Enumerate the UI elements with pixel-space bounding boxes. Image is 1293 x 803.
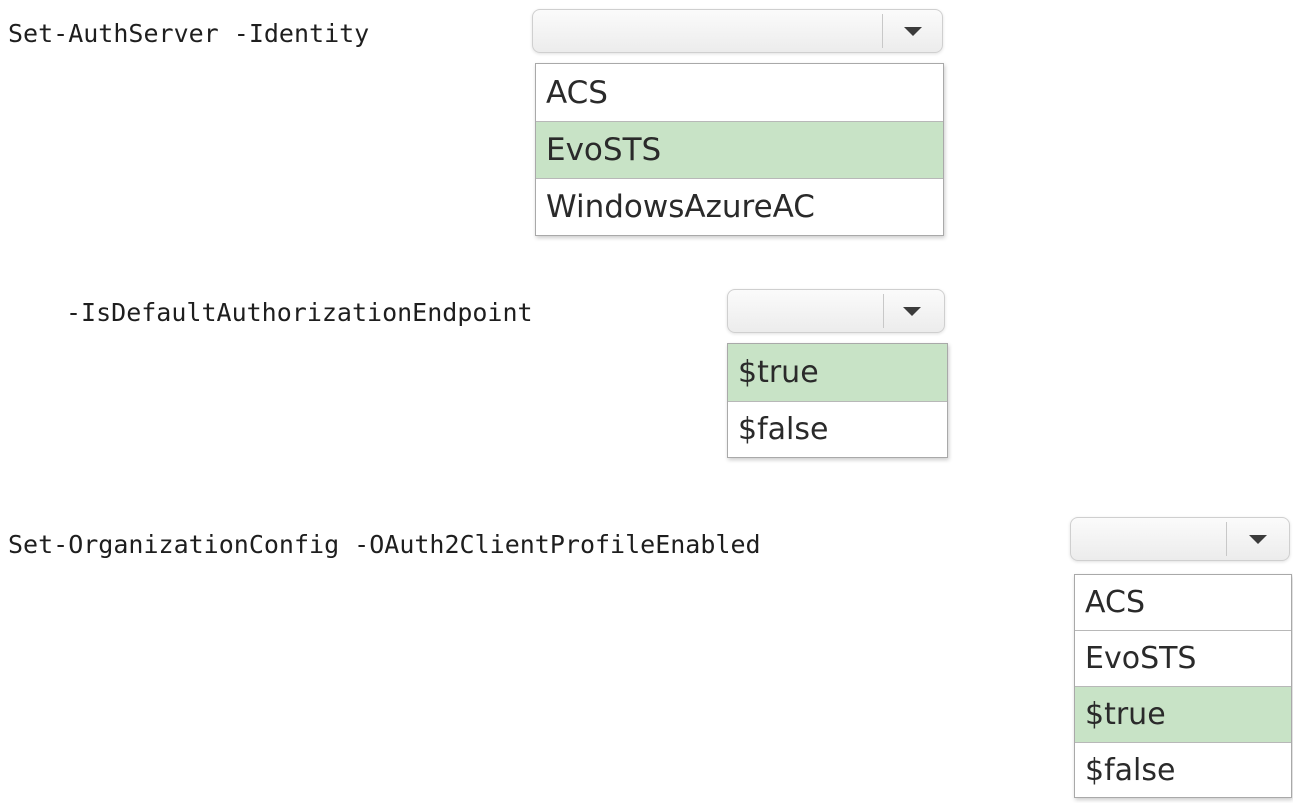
option-true-selected[interactable]: $true bbox=[1075, 687, 1291, 743]
option-false[interactable]: $false bbox=[1075, 743, 1291, 798]
identity-dropdown[interactable] bbox=[532, 9, 943, 53]
option-acs[interactable]: ACS bbox=[536, 64, 943, 122]
dropdown-divider bbox=[883, 294, 884, 328]
isdefault-dropdown[interactable] bbox=[727, 289, 945, 333]
parameter-isdefaultauthorizationendpoint: -IsDefaultAuthorizationEndpoint bbox=[66, 298, 533, 327]
chevron-down-icon bbox=[903, 307, 921, 316]
command-set-organizationconfig: Set-OrganizationConfig -OAuth2ClientProf… bbox=[8, 530, 761, 559]
identity-options-list: ACS EvoSTS WindowsAzureAC bbox=[535, 63, 944, 236]
isdefault-options-list: $true $false bbox=[727, 343, 948, 458]
command-set-authserver: Set-AuthServer -Identity bbox=[8, 19, 370, 48]
option-false[interactable]: $false bbox=[728, 402, 947, 458]
dropdown-divider bbox=[882, 14, 883, 48]
oauth2-dropdown[interactable] bbox=[1070, 517, 1290, 561]
option-evosts[interactable]: EvoSTS bbox=[1075, 631, 1291, 687]
chevron-down-icon bbox=[904, 27, 922, 36]
oauth2-options-list: ACS EvoSTS $true $false bbox=[1074, 574, 1292, 798]
option-acs[interactable]: ACS bbox=[1075, 575, 1291, 631]
option-windowsazureac[interactable]: WindowsAzureAC bbox=[536, 179, 943, 235]
option-evosts-selected[interactable]: EvoSTS bbox=[536, 122, 943, 179]
option-true-selected[interactable]: $true bbox=[728, 344, 947, 402]
dropdown-divider bbox=[1226, 522, 1227, 556]
chevron-down-icon bbox=[1249, 535, 1267, 544]
